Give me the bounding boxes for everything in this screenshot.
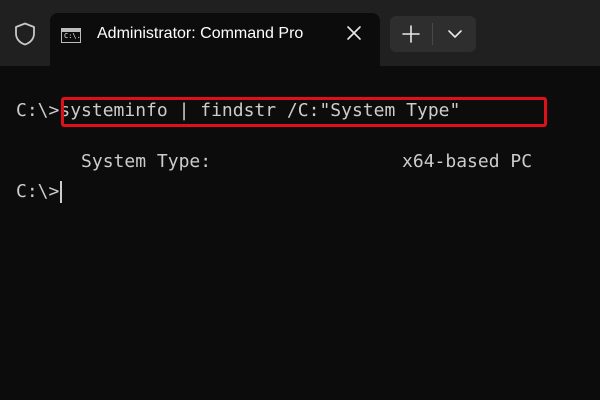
prompt: C:\> <box>16 100 60 121</box>
prompt-line[interactable]: C:\> <box>16 180 63 204</box>
cmd-icon: C:\. <box>61 28 81 43</box>
shield-icon <box>15 22 35 46</box>
prompt: C:\> <box>16 181 60 202</box>
title-bar: C:\. Administrator: Command Pro <box>0 0 600 66</box>
output-value: x64-based PC <box>402 151 533 172</box>
terminal-window: C:\. Administrator: Command Pro C:\>syst… <box>0 0 600 400</box>
plus-icon[interactable] <box>390 16 432 52</box>
tab-command-prompt[interactable]: C:\. Administrator: Command Pro <box>50 13 380 66</box>
close-icon[interactable] <box>343 22 365 44</box>
tab-title: Administrator: Command Pro <box>97 25 304 42</box>
text-cursor <box>60 181 63 203</box>
output-label: System Type: <box>81 151 212 172</box>
output-line: System Type: <box>16 126 211 172</box>
new-tab-group <box>390 16 476 52</box>
highlight-box <box>61 97 547 127</box>
chevron-down-icon[interactable] <box>434 16 476 52</box>
divider <box>432 23 433 45</box>
output-value-line: x64-based PC <box>337 126 532 172</box>
